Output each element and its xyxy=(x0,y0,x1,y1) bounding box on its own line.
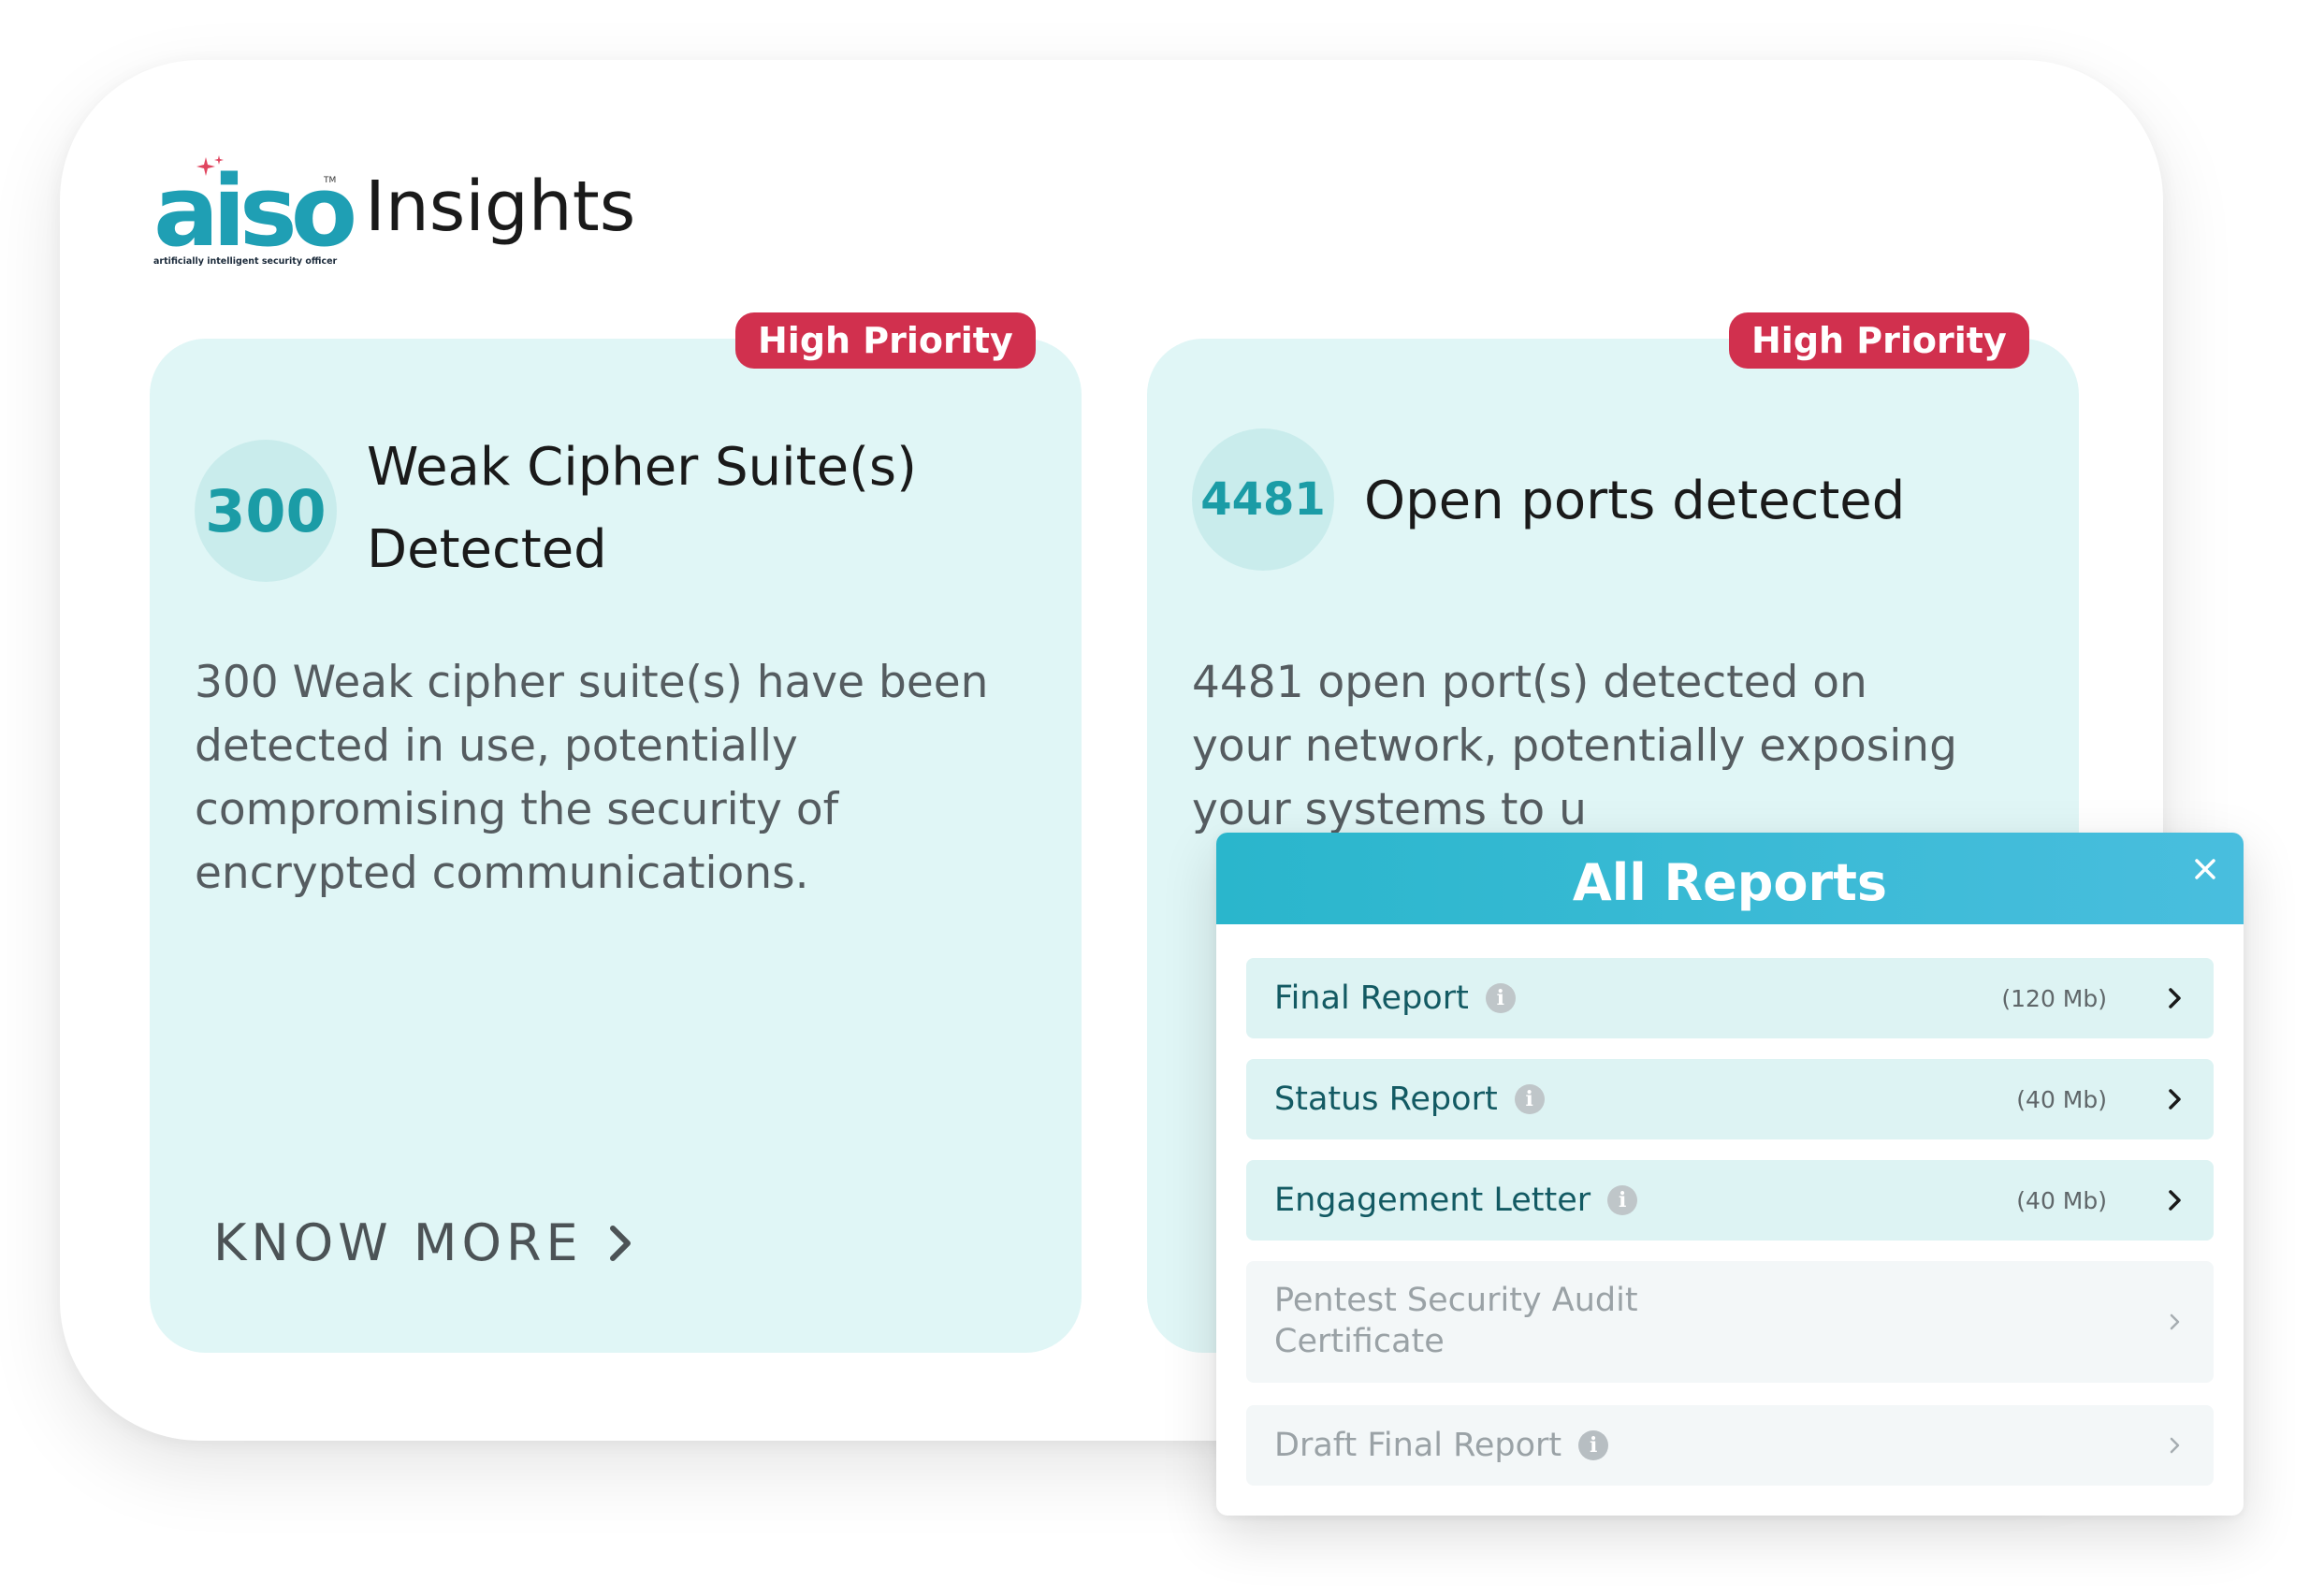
report-size: (40 Mb) xyxy=(2016,1085,2107,1113)
report-item-pentest-certificate[interactable]: Pentest Security Audit Certificate xyxy=(1246,1261,2214,1383)
logo-trademark: TM xyxy=(324,176,337,185)
info-icon[interactable]: i xyxy=(1514,1084,1545,1114)
chevron-right-icon xyxy=(2169,988,2181,1008)
chevron-right-icon xyxy=(2170,1437,2180,1454)
insights-screen: aiso TM artificially intelligent securit… xyxy=(0,0,2324,1596)
report-label: Final Report xyxy=(1274,979,1469,1017)
logo-wordmark: aiso xyxy=(153,154,357,268)
report-size: (40 Mb) xyxy=(2016,1186,2107,1214)
logo-tagline: artificially intelligent security office… xyxy=(153,256,338,267)
report-item-engagement-letter[interactable]: Engagement Letter i (40 Mb) xyxy=(1246,1160,2214,1241)
know-more-label: KNOW MORE xyxy=(213,1213,583,1272)
insight-count: 4481 xyxy=(1192,428,1334,571)
chevron-right-icon xyxy=(2169,1190,2181,1211)
info-icon[interactable]: i xyxy=(1578,1430,1609,1460)
insight-title: Open ports detected xyxy=(1364,471,1906,531)
report-item-status-report[interactable]: Status Report i (40 Mb) xyxy=(1246,1059,2214,1139)
info-icon[interactable]: i xyxy=(1485,983,1516,1013)
insight-title: Weak Cipher Suite(s) Detected xyxy=(367,437,917,580)
report-item-final-report[interactable]: Final Report i (120 Mb) xyxy=(1246,958,2214,1038)
report-label: Draft Final Report xyxy=(1274,1427,1562,1464)
report-size: (120 Mb) xyxy=(2001,984,2107,1012)
chevron-right-icon xyxy=(2170,1313,2180,1330)
priority-badge: High Priority xyxy=(735,312,1036,369)
report-label: Status Report xyxy=(1274,1081,1498,1118)
all-reports-modal: All Reports Final Report i (120 Mb) Stat… xyxy=(1216,833,2244,1516)
report-label: Pentest Security Audit Certificate xyxy=(1274,1282,1638,1360)
insight-description: 300 Weak cipher suite(s) have been detec… xyxy=(195,657,989,899)
info-icon[interactable]: i xyxy=(1607,1185,1638,1215)
modal-title: All Reports xyxy=(1572,853,1888,912)
priority-badge: High Priority xyxy=(1729,312,2029,369)
report-item-draft-final-report[interactable]: Draft Final Report i xyxy=(1246,1405,2214,1486)
insight-description: 4481 open port(s) detected on your netwo… xyxy=(1192,657,1957,835)
aiso-logo: aiso TM artificially intelligent securit… xyxy=(153,153,357,277)
report-label: Engagement Letter xyxy=(1274,1182,1591,1219)
chevron-right-icon xyxy=(2169,1089,2181,1110)
page-title: Insights xyxy=(365,167,636,247)
insight-card-weak-cipher: 300 Weak Cipher Suite(s) Detected 300 We… xyxy=(150,339,1082,1353)
close-icon[interactable] xyxy=(2189,853,2221,885)
insight-count: 300 xyxy=(195,440,337,582)
know-more-link[interactable]: KNOW MORE xyxy=(213,1213,635,1272)
chevron-right-icon xyxy=(609,1225,631,1261)
